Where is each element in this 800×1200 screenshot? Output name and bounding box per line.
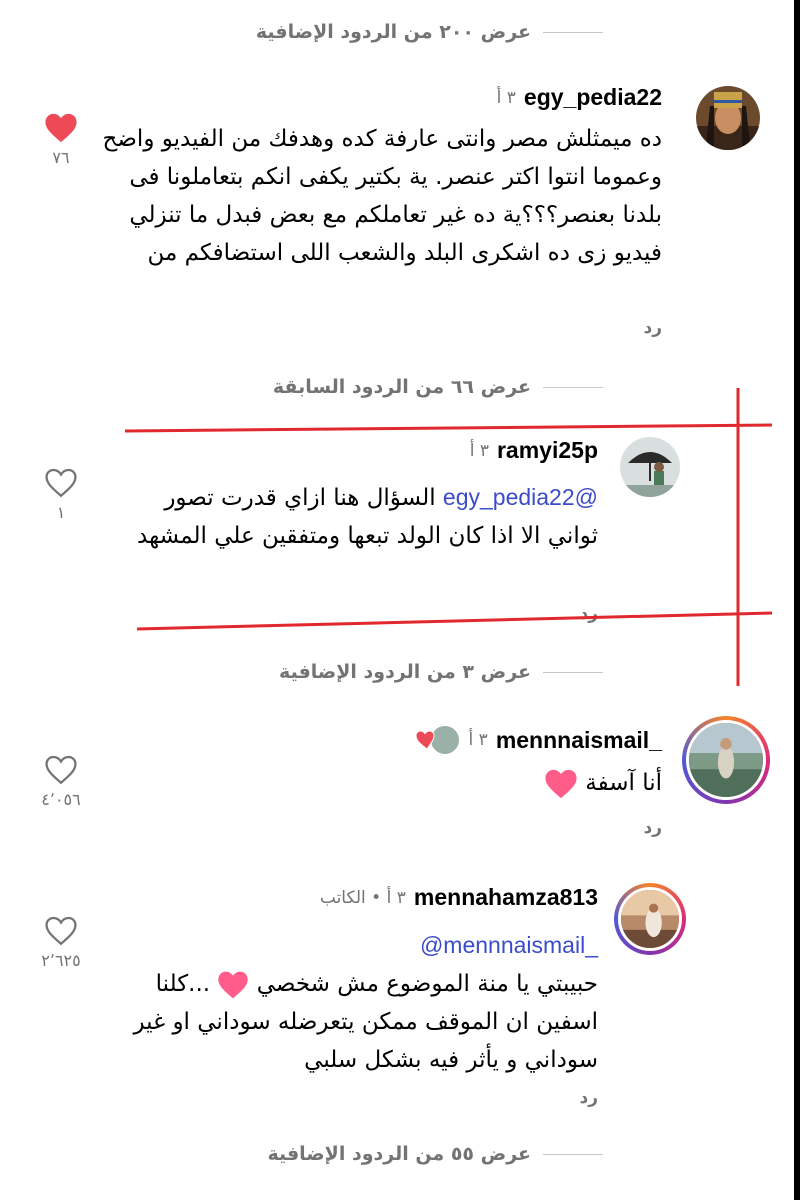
divider-line [543,671,603,673]
comment-time: ٣ أ [386,887,406,908]
comment-meta: ٣ أ • الكاتب [320,888,406,908]
comment-text: @egy_pedia22 السؤال هنا ازاي قدرت تصور ث… [118,478,598,555]
mention-link[interactable]: @mennnaismail_ [420,932,598,958]
username-link[interactable]: mennahamza813 [414,884,598,911]
comment-text: أنا آسفة [262,764,662,802]
view-previous-replies-button[interactable]: عرض ٦٦ من الردود السابقة [273,367,603,407]
comment-header: ٣ أ egy_pedia22 [497,84,662,111]
avatar [689,723,763,797]
like-button[interactable]: ٢٬٦٢٥ [36,915,86,970]
author-badge: الكاتب [319,887,366,908]
pink-heart-emoji-icon [545,769,577,798]
view-more-replies-label: عرض ٢٠٠ من الردود الإضافية [255,21,531,43]
comment-time: ٣ أ [496,87,516,108]
view-more-replies-button[interactable]: عرض ٣ من الردود الإضافية [279,652,603,692]
view-previous-replies-label: عرض ٦٦ من الردود السابقة [272,376,531,398]
reply-button[interactable]: رد [579,604,598,624]
heart-outline-icon [45,755,77,785]
like-button[interactable]: ٤٬٠٥٦ [36,754,86,809]
view-more-replies-button[interactable]: عرض ٢٠٠ من الردود الإضافية [256,12,603,52]
divider-line [543,1153,603,1155]
divider-line [543,386,603,388]
view-more-replies-button[interactable]: عرض ٥٥ من الردود الإضافية [267,1134,603,1174]
view-more-replies-label: عرض ٣ من الردود الإضافية [279,661,531,683]
reply-button[interactable]: رد [643,318,662,338]
avatar-story-ring[interactable] [682,716,770,804]
annotation-line-top [124,423,773,433]
avatar[interactable] [696,86,760,150]
liked-by-author-icon [415,724,461,756]
meta-separator: • [365,887,382,908]
like-count: ٧٦ [52,148,70,167]
comment-time: ٣ أ [468,730,488,750]
comment-time: ٣ أ [469,440,489,461]
username-link[interactable]: egy_pedia22 [524,84,662,111]
pink-heart-emoji-icon [218,971,249,998]
comment-header: ٣ أ ramyi25p [470,437,598,464]
comment-text: @mennnaismail_ حبيبتي يا منة الموضوع مش … [118,926,598,1079]
avatar-story-ring[interactable] [614,883,686,955]
comment-header: ٣ أ mennnaismail_ [415,723,662,757]
like-button[interactable]: ٧٦ [36,112,86,167]
comment-text-first: حبيبتي يا منة الموضوع مش شخصي [256,971,598,997]
username-link[interactable]: mennnaismail_ [496,727,662,754]
screen-edge [794,0,800,1200]
comment-text-first: السؤال هنا ازاي قدرت [220,485,443,511]
view-more-replies-label: عرض ٥٥ من الردود الإضافية [267,1143,531,1165]
like-count: ١ [56,503,66,522]
comment-header: ٣ أ • الكاتب mennahamza813 [320,884,598,911]
avatar [621,890,679,948]
mention-link[interactable]: @egy_pedia22 [443,484,598,510]
reply-button[interactable]: رد [643,818,662,838]
reply-button[interactable]: رد [579,1088,598,1108]
like-count: ٤٬٠٥٦ [41,790,81,809]
heart-outline-icon [45,916,77,946]
annotation-line-bottom [136,611,773,631]
heart-outline-icon [45,468,77,498]
avatar[interactable] [620,437,680,497]
like-count: ٢٬٦٢٥ [41,951,81,970]
username-link[interactable]: ramyi25p [497,437,598,464]
divider-line [543,31,603,33]
heart-filled-icon [45,113,77,143]
comment-text: ده ميمثلش مصر وانتى عارفة كده وهدفك من ا… [102,126,662,266]
comment-text-value: أنا آسفة [585,770,662,796]
like-button[interactable]: ١ [36,467,86,522]
